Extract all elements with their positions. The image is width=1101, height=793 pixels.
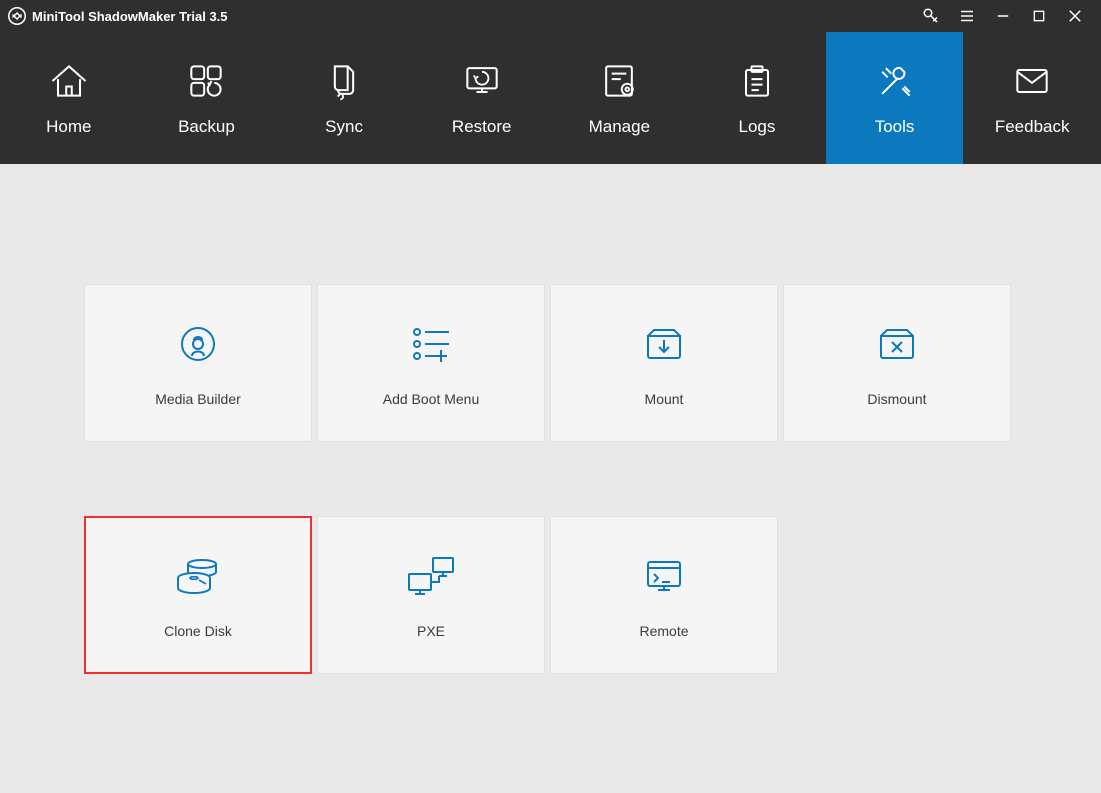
tools-panel: Media Builder Add Boot Menu Mount Dism (0, 164, 1101, 793)
card-label: Remote (639, 623, 688, 639)
minimize-button[interactable] (985, 0, 1021, 32)
restore-icon (460, 59, 504, 103)
mount-icon (640, 319, 688, 369)
titlebar: MiniTool ShadowMaker Trial 3.5 (0, 0, 1101, 32)
card-clone-disk[interactable]: Clone Disk (84, 516, 312, 674)
nav-label: Logs (739, 117, 776, 137)
nav-sync[interactable]: Sync (275, 32, 413, 164)
nav-label: Tools (875, 117, 915, 137)
maximize-button[interactable] (1021, 0, 1057, 32)
app-title: MiniTool ShadowMaker Trial 3.5 (32, 9, 228, 24)
nav-backup[interactable]: Backup (138, 32, 276, 164)
card-mount[interactable]: Mount (550, 284, 778, 442)
nav-logs[interactable]: Logs (688, 32, 826, 164)
card-media-builder[interactable]: Media Builder (84, 284, 312, 442)
nav-home[interactable]: Home (0, 32, 138, 164)
tools-icon (873, 59, 917, 103)
app-brand: MiniTool ShadowMaker Trial 3.5 (8, 7, 228, 25)
nav-label: Manage (589, 117, 650, 137)
key-icon[interactable] (913, 0, 949, 32)
card-label: Add Boot Menu (383, 391, 480, 407)
nav-label: Sync (325, 117, 363, 137)
card-label: Mount (645, 391, 684, 407)
card-label: Clone Disk (164, 623, 232, 639)
navbar: Home Backup Sync Restore Manage Logs (0, 32, 1101, 164)
card-label: Media Builder (155, 391, 241, 407)
media-builder-icon (174, 319, 222, 369)
nav-tools[interactable]: Tools (826, 32, 964, 164)
nav-label: Home (46, 117, 91, 137)
tools-row-2: Clone Disk PXE Remote (84, 516, 1017, 674)
home-icon (47, 59, 91, 103)
nav-feedback[interactable]: Feedback (963, 32, 1101, 164)
backup-icon (184, 59, 228, 103)
nav-manage[interactable]: Manage (551, 32, 689, 164)
nav-restore[interactable]: Restore (413, 32, 551, 164)
app-logo-icon (8, 7, 26, 25)
card-pxe[interactable]: PXE (317, 516, 545, 674)
pxe-icon (405, 551, 457, 601)
clone-disk-icon (172, 551, 224, 601)
card-label: Dismount (867, 391, 926, 407)
manage-icon (597, 59, 641, 103)
logs-icon (735, 59, 779, 103)
card-add-boot-menu[interactable]: Add Boot Menu (317, 284, 545, 442)
tools-row-1: Media Builder Add Boot Menu Mount Dism (84, 284, 1017, 442)
card-remote[interactable]: Remote (550, 516, 778, 674)
card-label: PXE (417, 623, 445, 639)
nav-label: Feedback (995, 117, 1070, 137)
sync-icon (322, 59, 366, 103)
menu-icon[interactable] (949, 0, 985, 32)
add-boot-menu-icon (407, 319, 455, 369)
dismount-icon (873, 319, 921, 369)
card-dismount[interactable]: Dismount (783, 284, 1011, 442)
close-button[interactable] (1057, 0, 1093, 32)
nav-label: Restore (452, 117, 512, 137)
nav-label: Backup (178, 117, 235, 137)
feedback-icon (1010, 59, 1054, 103)
remote-icon (640, 551, 688, 601)
